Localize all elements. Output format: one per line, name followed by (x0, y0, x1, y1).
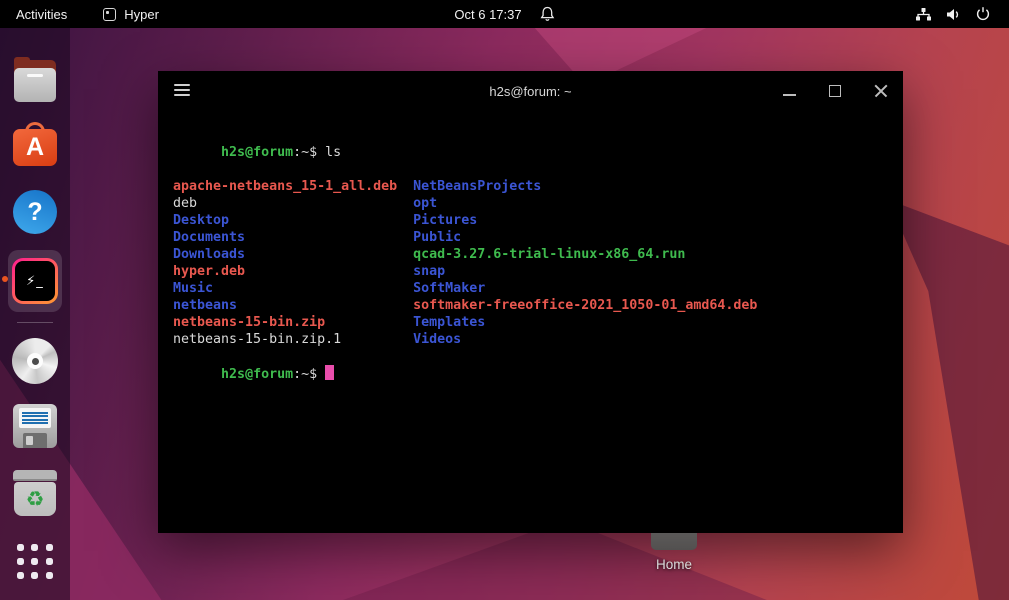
dock: A ? ⚡_ ♻ (0, 28, 70, 600)
dock-divider (17, 322, 53, 323)
prompt-path: :~$ (293, 145, 317, 160)
desktop-home-shortcut[interactable]: Home (636, 531, 712, 572)
activities-button[interactable]: Activities (16, 7, 67, 22)
app-menu-label: Hyper (124, 7, 159, 22)
ls-output-line: netbeans-15-bin.zip.1Videos (173, 331, 903, 348)
ls-output-line: Downloadsqcad-3.27.6-trial-linux-x86_64.… (173, 246, 903, 263)
window-title: h2s@forum: ~ (489, 84, 571, 99)
home-folder-icon (651, 531, 697, 550)
ls-output-line: DocumentsPublic (173, 229, 903, 246)
floppy-disk-icon (13, 404, 57, 448)
ls-entry: opt (413, 196, 437, 211)
ls-entry: Music (173, 280, 413, 297)
dock-item-app-grid[interactable] (0, 542, 70, 580)
prompt-line-2: h2s@forum:~$ (173, 348, 903, 400)
ls-output-line: netbeanssoftmaker-freeoffice-2021_1050-0… (173, 297, 903, 314)
ls-output-line: MusicSoftMaker (173, 280, 903, 297)
hyper-terminal-icon: ⚡_ (12, 258, 58, 304)
maximize-button[interactable] (829, 85, 841, 97)
system-status-area[interactable] (915, 6, 1009, 22)
prompt-user-host: h2s@forum (221, 367, 293, 382)
ls-entry: netbeans-15-bin.zip.1 (173, 331, 413, 348)
window-titlebar[interactable]: h2s@forum: ~ (158, 71, 903, 111)
dock-item-ubuntu-software[interactable]: A (0, 122, 70, 166)
terminal-window: h2s@forum: ~ h2s@forum:~$ls apache-netbe… (158, 71, 903, 533)
prompt-user-host: h2s@forum (221, 145, 293, 160)
terminal-listing: apache-netbeans_15-1_all.debNetBeansProj… (173, 178, 903, 348)
power-icon (975, 6, 991, 22)
app-menu[interactable]: Hyper (103, 7, 159, 22)
ubuntu-software-icon: A (13, 122, 57, 166)
ls-output-line: hyper.debsnap (173, 263, 903, 280)
ls-entry: Downloads (173, 246, 413, 263)
ls-entry: qcad-3.27.6-trial-linux-x86_64.run (413, 247, 685, 262)
dock-item-help[interactable]: ? (0, 190, 70, 234)
software-icon-glyph: A (26, 133, 44, 162)
ls-entry: SoftMaker (413, 281, 485, 296)
ls-entry: softmaker-freeoffice-2021_1050-01_amd64.… (413, 298, 757, 313)
prompt-line: h2s@forum:~$ ls (173, 127, 903, 178)
notification-bell-icon (540, 6, 555, 22)
home-label: Home (636, 557, 712, 572)
hyper-app-icon (103, 8, 116, 21)
close-button[interactable] (874, 84, 888, 98)
ls-output-line: DesktopPictures (173, 212, 903, 229)
ls-entry: snap (413, 264, 445, 279)
ls-entry: netbeans-15-bin.zip (173, 314, 413, 331)
ls-entry: Public (413, 230, 461, 245)
cd-disc-icon (12, 338, 58, 384)
clock-menu[interactable]: Oct 6 17:37 (454, 0, 554, 28)
help-icon: ? (13, 190, 57, 234)
command-text: ls (325, 145, 341, 160)
menu-hamburger-icon[interactable] (174, 84, 190, 97)
ls-entry: hyper.deb (173, 263, 413, 280)
dock-item-floppy-media[interactable] (0, 404, 70, 448)
app-grid-icon (15, 542, 55, 580)
dock-item-cd-media[interactable] (0, 338, 70, 384)
ls-entry: Templates (413, 315, 485, 330)
files-icon (12, 60, 58, 102)
recycle-glyph: ♻ (26, 487, 45, 511)
ls-entry: netbeans (173, 297, 413, 314)
dock-item-hyper[interactable]: ⚡_ (0, 258, 70, 304)
ls-entry: Documents (173, 229, 413, 246)
ls-entry: deb (173, 195, 413, 212)
ls-entry: Desktop (173, 212, 413, 229)
trash-icon: ♻ (13, 470, 57, 516)
hyper-icon-glyph: ⚡_ (26, 274, 44, 289)
ls-entry: Pictures (413, 213, 477, 228)
ls-output-line: apache-netbeans_15-1_all.debNetBeansProj… (173, 178, 903, 195)
ls-output-line: netbeans-15-bin.zipTemplates (173, 314, 903, 331)
ls-entry: NetBeansProjects (413, 179, 541, 194)
prompt-path: :~$ (293, 367, 317, 382)
ls-entry: Videos (413, 332, 461, 347)
dock-item-files[interactable] (0, 60, 70, 102)
volume-icon (945, 7, 962, 22)
clock-label: Oct 6 17:37 (454, 7, 521, 22)
ls-entry: apache-netbeans_15-1_all.deb (173, 178, 413, 195)
top-bar: Activities Hyper Oct 6 17:37 (0, 0, 1009, 28)
ls-output-line: debopt (173, 195, 903, 212)
minimize-button[interactable] (783, 94, 796, 96)
help-icon-glyph: ? (27, 198, 42, 227)
terminal-content: h2s@forum:~$ls apache-netbeans_15-1_all.… (158, 111, 903, 400)
network-wired-icon (915, 7, 932, 22)
dock-item-trash[interactable]: ♻ (0, 470, 70, 516)
terminal-cursor (325, 365, 334, 380)
